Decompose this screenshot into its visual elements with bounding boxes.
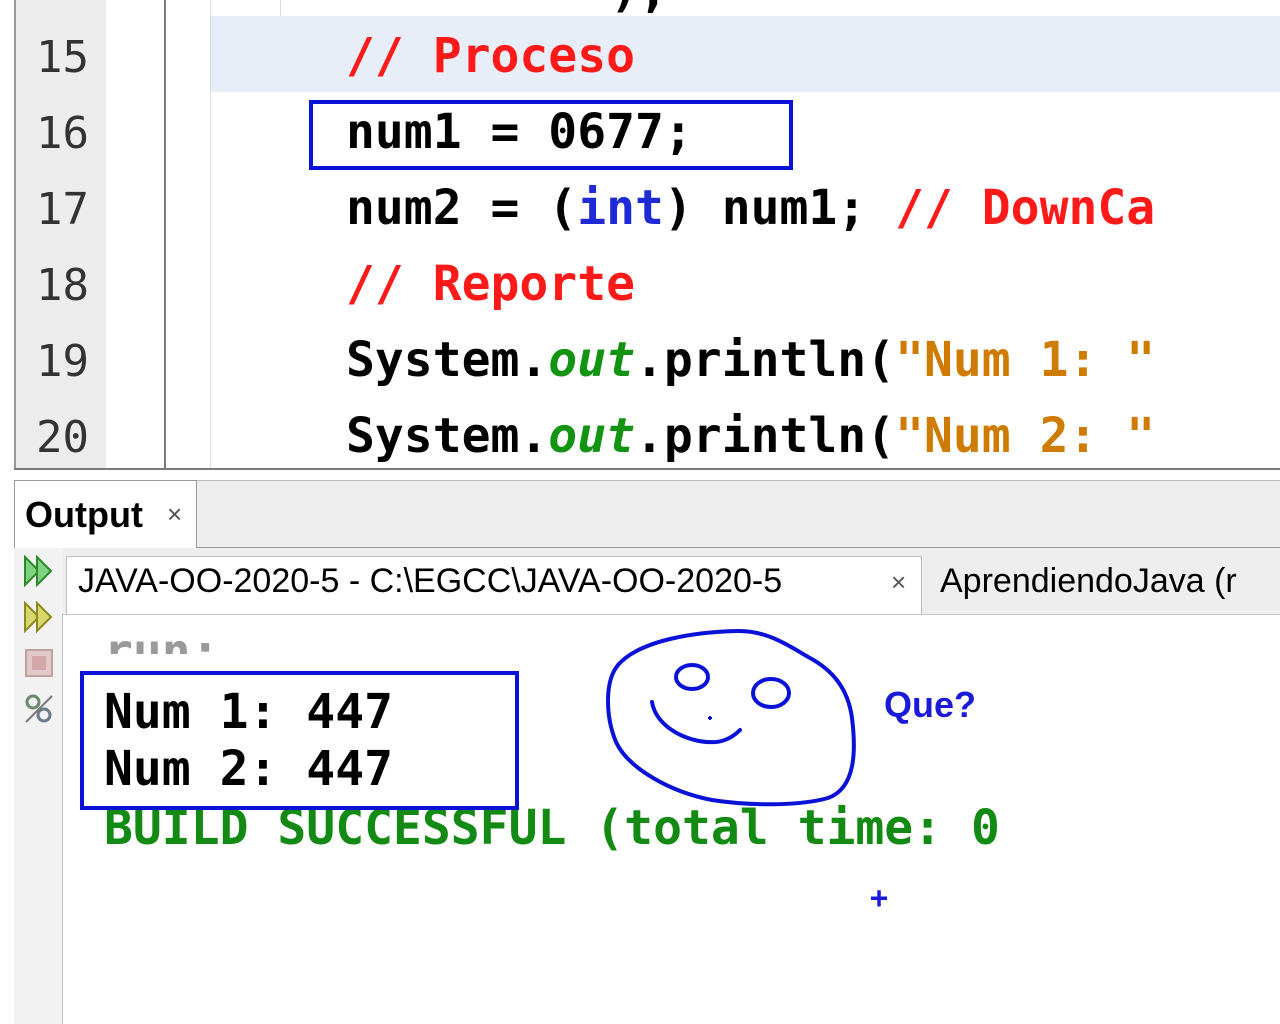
editor-left-border: [14, 0, 16, 470]
line-number-18: 18: [36, 260, 89, 311]
code-token: "Num 2: ": [895, 408, 1156, 464]
code-editor[interactable]: ); 15// Proceso16num1 = 0677;17num2 = (i…: [0, 0, 1280, 470]
annotation-que-label: Que?: [884, 684, 977, 725]
code-line-20[interactable]: System.out.println("Num 2: ": [346, 398, 1155, 470]
indent-guide: [210, 0, 211, 470]
line-number-17: 17: [36, 184, 89, 235]
output-toolbar: [14, 548, 63, 1024]
line-number-15: 15: [36, 32, 89, 83]
code-token: // DownCa: [895, 180, 1156, 236]
code-token: // Proceso: [346, 28, 635, 84]
output-tab-strip: [14, 480, 1280, 548]
line-number-19: 19: [36, 336, 89, 387]
line-number-16: 16: [36, 108, 89, 159]
code-token: num2 = (: [346, 180, 578, 236]
gutter-divider: [164, 0, 166, 470]
code-token: int: [577, 180, 664, 236]
code-line-18[interactable]: // Reporte: [346, 246, 635, 322]
rerun-icon[interactable]: [22, 554, 56, 588]
output-tab-label: Output: [25, 494, 143, 535]
code-line-15[interactable]: // Proceso: [346, 18, 635, 94]
output-tab-close-icon[interactable]: ×: [167, 499, 182, 529]
code-line-19[interactable]: System.out.println("Num 1: ": [346, 322, 1155, 398]
run-tab-java-oo-label: JAVA-OO-2020-5 - C:\EGCC\JAVA-OO-2020-5: [78, 562, 783, 600]
code-token: System.: [346, 332, 549, 388]
stop-icon[interactable]: [22, 646, 56, 680]
code-token: .println(: [635, 332, 896, 388]
line-number-20: 20: [36, 412, 89, 463]
settings-icon[interactable]: [22, 692, 56, 726]
code-line-14-fragment: );: [610, 0, 668, 18]
code-token: out: [548, 332, 635, 388]
code-line-17[interactable]: num2 = (int) num1; // DownCa: [346, 170, 1155, 246]
fold-strip: [106, 0, 164, 470]
face-doodle-icon: [606, 628, 856, 807]
editor-output-separator[interactable]: [14, 468, 1280, 470]
highlight-box-output: [80, 671, 519, 810]
code-token: "Num 1: ": [895, 332, 1156, 388]
highlight-box-line-16: [309, 100, 793, 170]
rerun-with-options-icon[interactable]: [22, 600, 56, 634]
run-tab-close-icon[interactable]: ×: [891, 567, 906, 597]
run-tab-aprendiendojava[interactable]: AprendiendoJava (r: [940, 562, 1237, 601]
code-token: out: [548, 408, 635, 464]
code-token: ) num1;: [663, 180, 896, 236]
indent-guide-2: [280, 0, 281, 16]
code-token: .println(: [635, 408, 896, 464]
code-token: // Reporte: [346, 256, 635, 312]
crosshair-cursor-icon: +: [870, 881, 889, 916]
code-token: System.: [346, 408, 549, 464]
